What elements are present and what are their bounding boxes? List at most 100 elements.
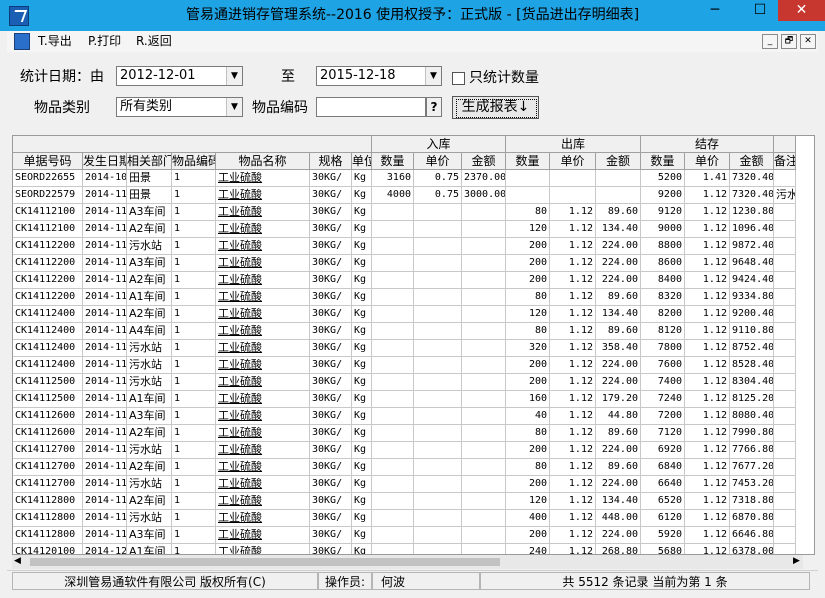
column-header[interactable]: 数量 — [506, 153, 550, 170]
table-row[interactable]: CK14112200 2014-11 A3车间 1 工业硫酸 30KG/Kg 200 1.12… — [13, 255, 814, 272]
table-row[interactable]: SEORD22655 2014-10 田景 1 工业硫酸 30KG/Kg 3160 0.75 2… — [13, 170, 814, 187]
table-cell: 200 — [506, 374, 550, 391]
column-header[interactable]: 物品名称 — [216, 153, 310, 170]
table-cell: 1.12 — [685, 204, 730, 221]
table-cell — [462, 272, 506, 289]
column-header[interactable]: 金额 — [462, 153, 506, 170]
column-header[interactable]: 相关部门 — [127, 153, 172, 170]
menu-print[interactable]: P.打印 — [88, 33, 121, 49]
column-header[interactable]: 数量 — [641, 153, 685, 170]
column-header[interactable]: 金额 — [730, 153, 774, 170]
column-header[interactable]: 备注 — [774, 153, 796, 170]
close-button[interactable]: ✕ — [778, 0, 825, 21]
mdi-close-button[interactable]: ✕ — [800, 34, 816, 49]
report-grid[interactable]: 入库出库结存单据号码发生日期相关部门物品编码物品名称规格单位数量单价金额数量单价… — [12, 135, 815, 555]
table-row[interactable]: CK14112400 2014-11 A4车间 1 工业硫酸 30KG/Kg 80 1.12 8… — [13, 323, 814, 340]
menu-return[interactable]: R.返回 — [136, 33, 172, 49]
column-header[interactable]: 金额 — [596, 153, 641, 170]
table-row[interactable]: CK14112800 2014-11 A2车间 1 工业硫酸 30KG/Kg 120 1.12… — [13, 493, 814, 510]
only-qty-checkbox[interactable] — [452, 72, 465, 85]
table-cell — [774, 306, 796, 323]
category-select[interactable]: 所有类别 ▼ — [116, 97, 243, 117]
table-row[interactable]: CK14112200 2014-11 A2车间 1 工业硫酸 30KG/Kg 200 1.12… — [13, 272, 814, 289]
table-cell: 8400 — [641, 272, 685, 289]
table-row[interactable]: CK14112700 2014-11 污水站 1 工业硫酸 30KG/Kg 200 1.12 2… — [13, 442, 814, 459]
chevron-down-icon[interactable]: ▼ — [425, 67, 441, 85]
table-row[interactable]: CK14112400 2014-11 污水站 1 工业硫酸 30KG/Kg 200 1.12 2… — [13, 357, 814, 374]
table-row[interactable]: CK14120100 2014-12 A1车间 1 工业硫酸 30KG/Kg 240 1.12… — [13, 544, 814, 554]
table-cell: 200 — [506, 527, 550, 544]
column-header[interactable]: 单位 — [352, 153, 372, 170]
scroll-right-icon[interactable]: ▶ — [793, 556, 800, 566]
table-row[interactable]: CK14112700 2014-11 污水站 1 工业硫酸 30KG/Kg 200 1.12 2… — [13, 476, 814, 493]
table-cell: 224.00 — [596, 357, 641, 374]
table-row[interactable]: CK14112100 2014-11 A3车间 1 工业硫酸 30KG/Kg 80 1.12 8… — [13, 204, 814, 221]
table-cell: 6646.80 — [730, 527, 774, 544]
table-row[interactable]: CK14112400 2014-11 A2车间 1 工业硫酸 30KG/Kg 120 1.12… — [13, 306, 814, 323]
table-row[interactable]: CK14112500 2014-11 污水站 1 工业硫酸 30KG/Kg 200 1.12 2… — [13, 374, 814, 391]
table-row[interactable]: CK14112800 2014-11 A3车间 1 工业硫酸 30KG/Kg 200 1.12… — [13, 527, 814, 544]
table-row[interactable]: SEORD22579 2014-11 田景 1 工业硫酸 30KG/Kg 4000 0.75 3… — [13, 187, 814, 204]
column-header[interactable]: 单价 — [685, 153, 730, 170]
table-cell: 工业硫酸 — [216, 204, 310, 221]
table-cell: 30KG/ — [310, 221, 352, 238]
table-cell: 1 — [172, 408, 216, 425]
table-cell: 1.12 — [550, 272, 596, 289]
table-cell: 1.12 — [550, 493, 596, 510]
operator-name: 何波 — [372, 572, 480, 590]
table-cell: 1 — [172, 323, 216, 340]
table-cell — [462, 510, 506, 527]
column-header[interactable]: 发生日期 — [83, 153, 127, 170]
table-cell: 污水站 — [127, 238, 172, 255]
generate-report-button[interactable]: 生成报表↓ — [452, 96, 539, 119]
chevron-down-icon[interactable]: ▼ — [226, 67, 242, 85]
scroll-left-icon[interactable]: ◀ — [14, 556, 21, 566]
table-row[interactable]: CK14112200 2014-11 污水站 1 工业硫酸 30KG/Kg 200 1.12 2… — [13, 238, 814, 255]
code-input[interactable] — [316, 97, 426, 117]
column-header[interactable]: 数量 — [372, 153, 414, 170]
group-header: 结存 — [641, 136, 774, 153]
menu-export[interactable]: T.导出 — [38, 33, 72, 49]
table-cell — [414, 306, 462, 323]
maximize-button[interactable]: ☐ — [745, 0, 775, 22]
minimize-button[interactable]: ─ — [700, 0, 730, 22]
table-cell: 1.12 — [685, 272, 730, 289]
column-header[interactable]: 单价 — [414, 153, 462, 170]
mdi-minimize-button[interactable]: _ — [762, 34, 778, 49]
table-cell: 2014-11 — [83, 306, 127, 323]
table-cell: 134.40 — [596, 493, 641, 510]
table-row[interactable]: CK14112600 2014-11 A3车间 1 工业硫酸 30KG/Kg 40 1.12 4… — [13, 408, 814, 425]
table-cell: 30KG/ — [310, 374, 352, 391]
table-row[interactable]: CK14112600 2014-11 A2车间 1 工业硫酸 30KG/Kg 80 1.12 8… — [13, 425, 814, 442]
table-row[interactable]: CK14112700 2014-11 A2车间 1 工业硫酸 30KG/Kg 80 1.12 8… — [13, 459, 814, 476]
table-cell: 30KG/ — [310, 306, 352, 323]
table-cell: 工业硫酸 — [216, 238, 310, 255]
table-cell: 7120 — [641, 425, 685, 442]
table-cell: 1 — [172, 170, 216, 187]
date-to-picker[interactable]: 2015-12-18 ▼ — [316, 66, 442, 86]
column-header[interactable]: 单价 — [550, 153, 596, 170]
table-cell: CK14112500 — [13, 391, 83, 408]
table-row[interactable]: CK14112100 2014-11 A2车间 1 工业硫酸 30KG/Kg 120 1.12… — [13, 221, 814, 238]
column-header[interactable]: 物品编码 — [172, 153, 216, 170]
table-cell: 1 — [172, 238, 216, 255]
chevron-down-icon[interactable]: ▼ — [226, 98, 242, 116]
column-header[interactable]: 单据号码 — [13, 153, 83, 170]
table-row[interactable]: CK14112800 2014-11 污水站 1 工业硫酸 30KG/Kg 400 1.12 4… — [13, 510, 814, 527]
table-cell — [774, 476, 796, 493]
date-from-picker[interactable]: 2012-12-01 ▼ — [116, 66, 243, 86]
scrollbar-thumb[interactable] — [30, 558, 500, 566]
table-row[interactable]: CK14112400 2014-11 污水站 1 工业硫酸 30KG/Kg 320 1.12 3… — [13, 340, 814, 357]
table-row[interactable]: CK14112500 2014-11 A1车间 1 工业硫酸 30KG/Kg 160 1.12… — [13, 391, 814, 408]
mdi-restore-button[interactable]: 🗗 — [781, 34, 797, 49]
table-cell: CK14112400 — [13, 340, 83, 357]
code-lookup-button[interactable]: ? — [426, 97, 442, 117]
table-row[interactable]: CK14112200 2014-11 A1车间 1 工业硫酸 30KG/Kg 80 1.12 8… — [13, 289, 814, 306]
table-cell: 120 — [506, 493, 550, 510]
column-header[interactable]: 规格 — [310, 153, 352, 170]
table-cell — [372, 289, 414, 306]
table-cell: 9200 — [641, 187, 685, 204]
table-cell — [372, 544, 414, 554]
table-cell — [462, 408, 506, 425]
table-cell: 1.12 — [550, 306, 596, 323]
